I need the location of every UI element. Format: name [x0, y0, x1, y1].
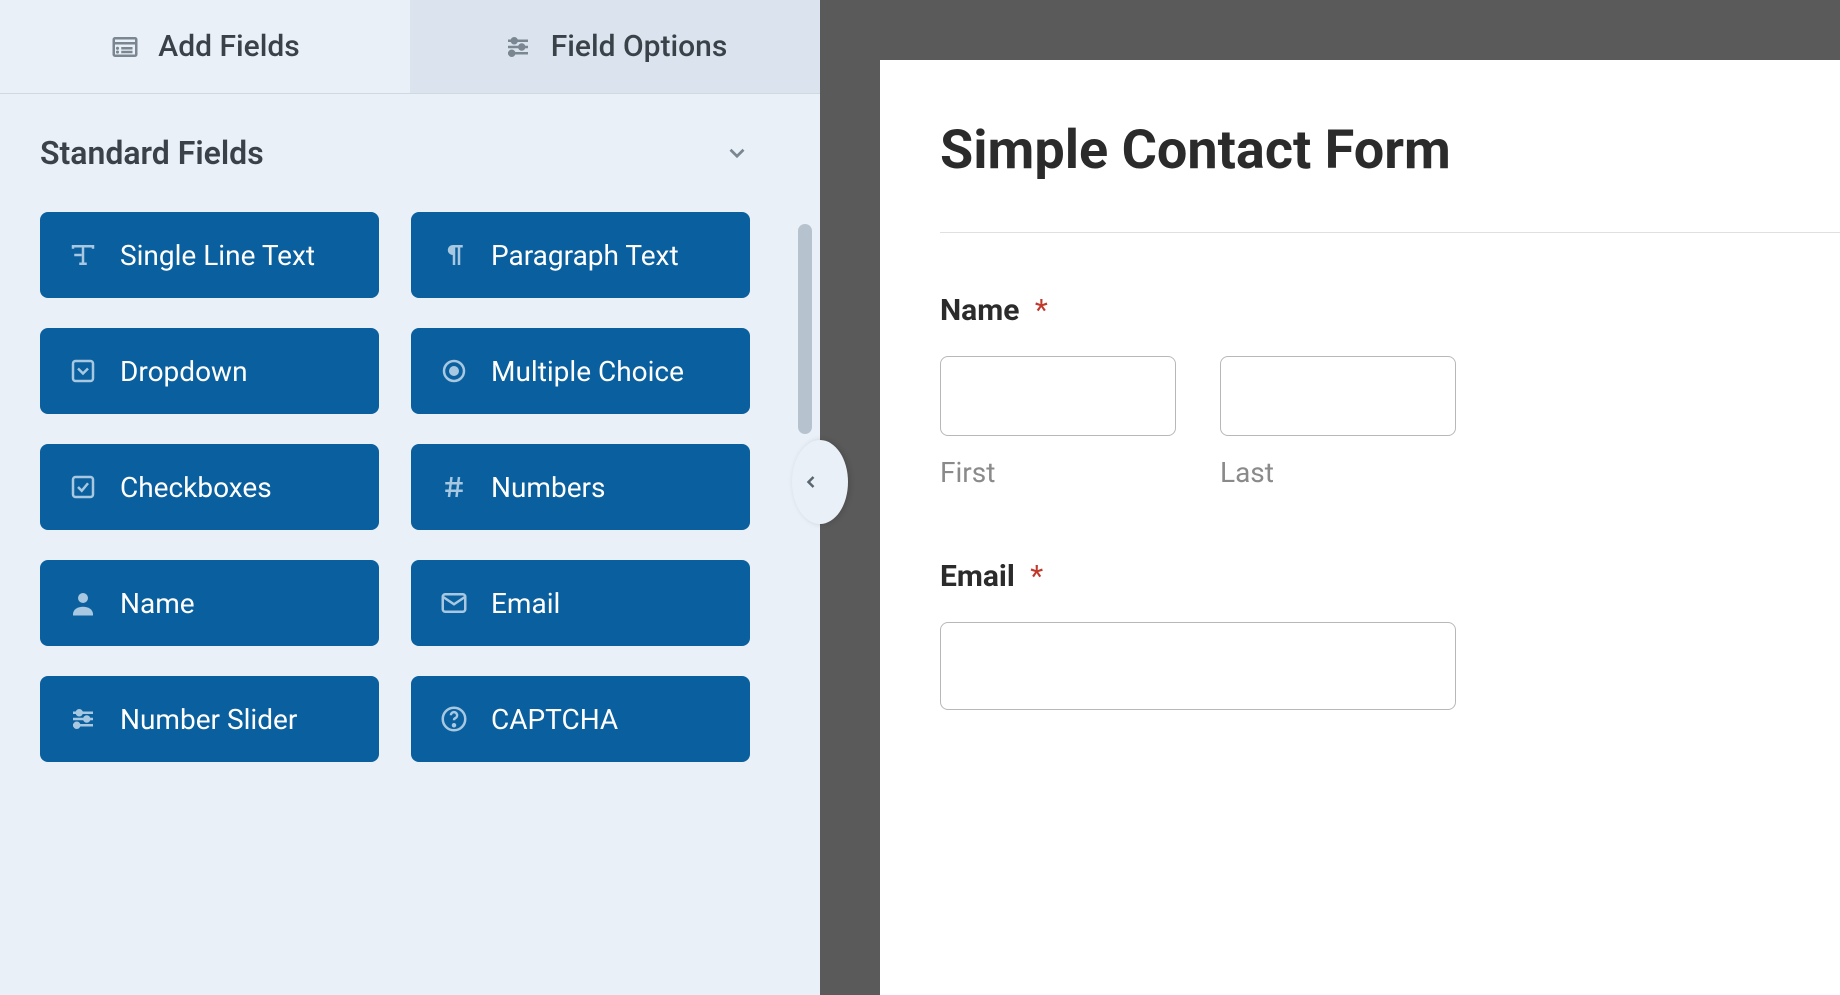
- label-text: Email: [940, 559, 1015, 594]
- last-name-col: Last: [1220, 356, 1456, 489]
- last-sublabel: Last: [1220, 456, 1456, 489]
- label-text: Name: [940, 293, 1019, 328]
- field-number-slider[interactable]: Number Slider: [40, 676, 379, 762]
- field-label: Email: [491, 587, 560, 620]
- app-root: Add Fields Field Options Standard Fields: [0, 0, 1840, 995]
- collapse-panel-button[interactable]: [792, 440, 848, 524]
- dropdown-icon: [68, 356, 98, 386]
- field-label: Checkboxes: [120, 471, 272, 504]
- last-name-input[interactable]: [1220, 356, 1456, 436]
- sliders-icon: [503, 32, 533, 62]
- checkbox-icon: [68, 472, 98, 502]
- first-name-input[interactable]: [940, 356, 1176, 436]
- field-label: Single Line Text: [120, 239, 315, 272]
- field-single-line-text[interactable]: Single Line Text: [40, 212, 379, 298]
- envelope-icon: [439, 588, 469, 618]
- fields-panel: Add Fields Field Options Standard Fields: [0, 0, 820, 995]
- radio-icon: [439, 356, 469, 386]
- tab-label: Field Options: [551, 29, 728, 64]
- email-field-label: Email *: [940, 559, 1840, 594]
- divider: [940, 232, 1840, 233]
- first-sublabel: First: [940, 456, 1176, 489]
- scrollbar[interactable]: [798, 224, 812, 434]
- required-marker: *: [1030, 559, 1043, 594]
- panel-tabs: Add Fields Field Options: [0, 0, 820, 94]
- field-label: Multiple Choice: [491, 355, 684, 388]
- question-icon: [439, 704, 469, 734]
- sliders-icon: [68, 704, 98, 734]
- field-multiple-choice[interactable]: Multiple Choice: [411, 328, 750, 414]
- field-captcha[interactable]: CAPTCHA: [411, 676, 750, 762]
- panel-body: Standard Fields Single Line Text Paragrap…: [0, 94, 820, 995]
- tab-field-options[interactable]: Field Options: [410, 0, 820, 93]
- required-marker: *: [1035, 293, 1048, 328]
- field-dropdown[interactable]: Dropdown: [40, 328, 379, 414]
- field-label: Name: [120, 587, 195, 620]
- form-preview: Simple Contact Form Name * First Last Em…: [880, 60, 1840, 995]
- user-icon: [68, 588, 98, 618]
- name-field-label: Name *: [940, 293, 1840, 328]
- hash-icon: [439, 472, 469, 502]
- field-label: Numbers: [491, 471, 605, 504]
- field-label: Number Slider: [120, 703, 297, 736]
- section-header[interactable]: Standard Fields: [40, 134, 780, 172]
- first-name-col: First: [940, 356, 1176, 489]
- field-paragraph-text[interactable]: Paragraph Text: [411, 212, 750, 298]
- field-label: Paragraph Text: [491, 239, 679, 272]
- section-title: Standard Fields: [40, 134, 264, 172]
- field-label: Dropdown: [120, 355, 248, 388]
- field-checkboxes[interactable]: Checkboxes: [40, 444, 379, 530]
- field-name[interactable]: Name: [40, 560, 379, 646]
- email-input[interactable]: [940, 622, 1456, 710]
- tab-label: Add Fields: [158, 29, 299, 64]
- list-icon: [110, 32, 140, 62]
- preview-area: Simple Contact Form Name * First Last Em…: [820, 0, 1840, 995]
- text-icon: [68, 240, 98, 270]
- field-numbers[interactable]: Numbers: [411, 444, 750, 530]
- field-grid: Single Line Text Paragraph Text Dropdown Mu…: [40, 212, 780, 762]
- chevron-down-icon: [724, 140, 750, 166]
- field-email[interactable]: Email: [411, 560, 750, 646]
- tab-add-fields[interactable]: Add Fields: [0, 0, 410, 93]
- paragraph-icon: [439, 240, 469, 270]
- form-title[interactable]: Simple Contact Form: [940, 120, 1840, 182]
- field-label: CAPTCHA: [491, 703, 618, 736]
- name-field-row[interactable]: First Last: [940, 356, 1840, 489]
